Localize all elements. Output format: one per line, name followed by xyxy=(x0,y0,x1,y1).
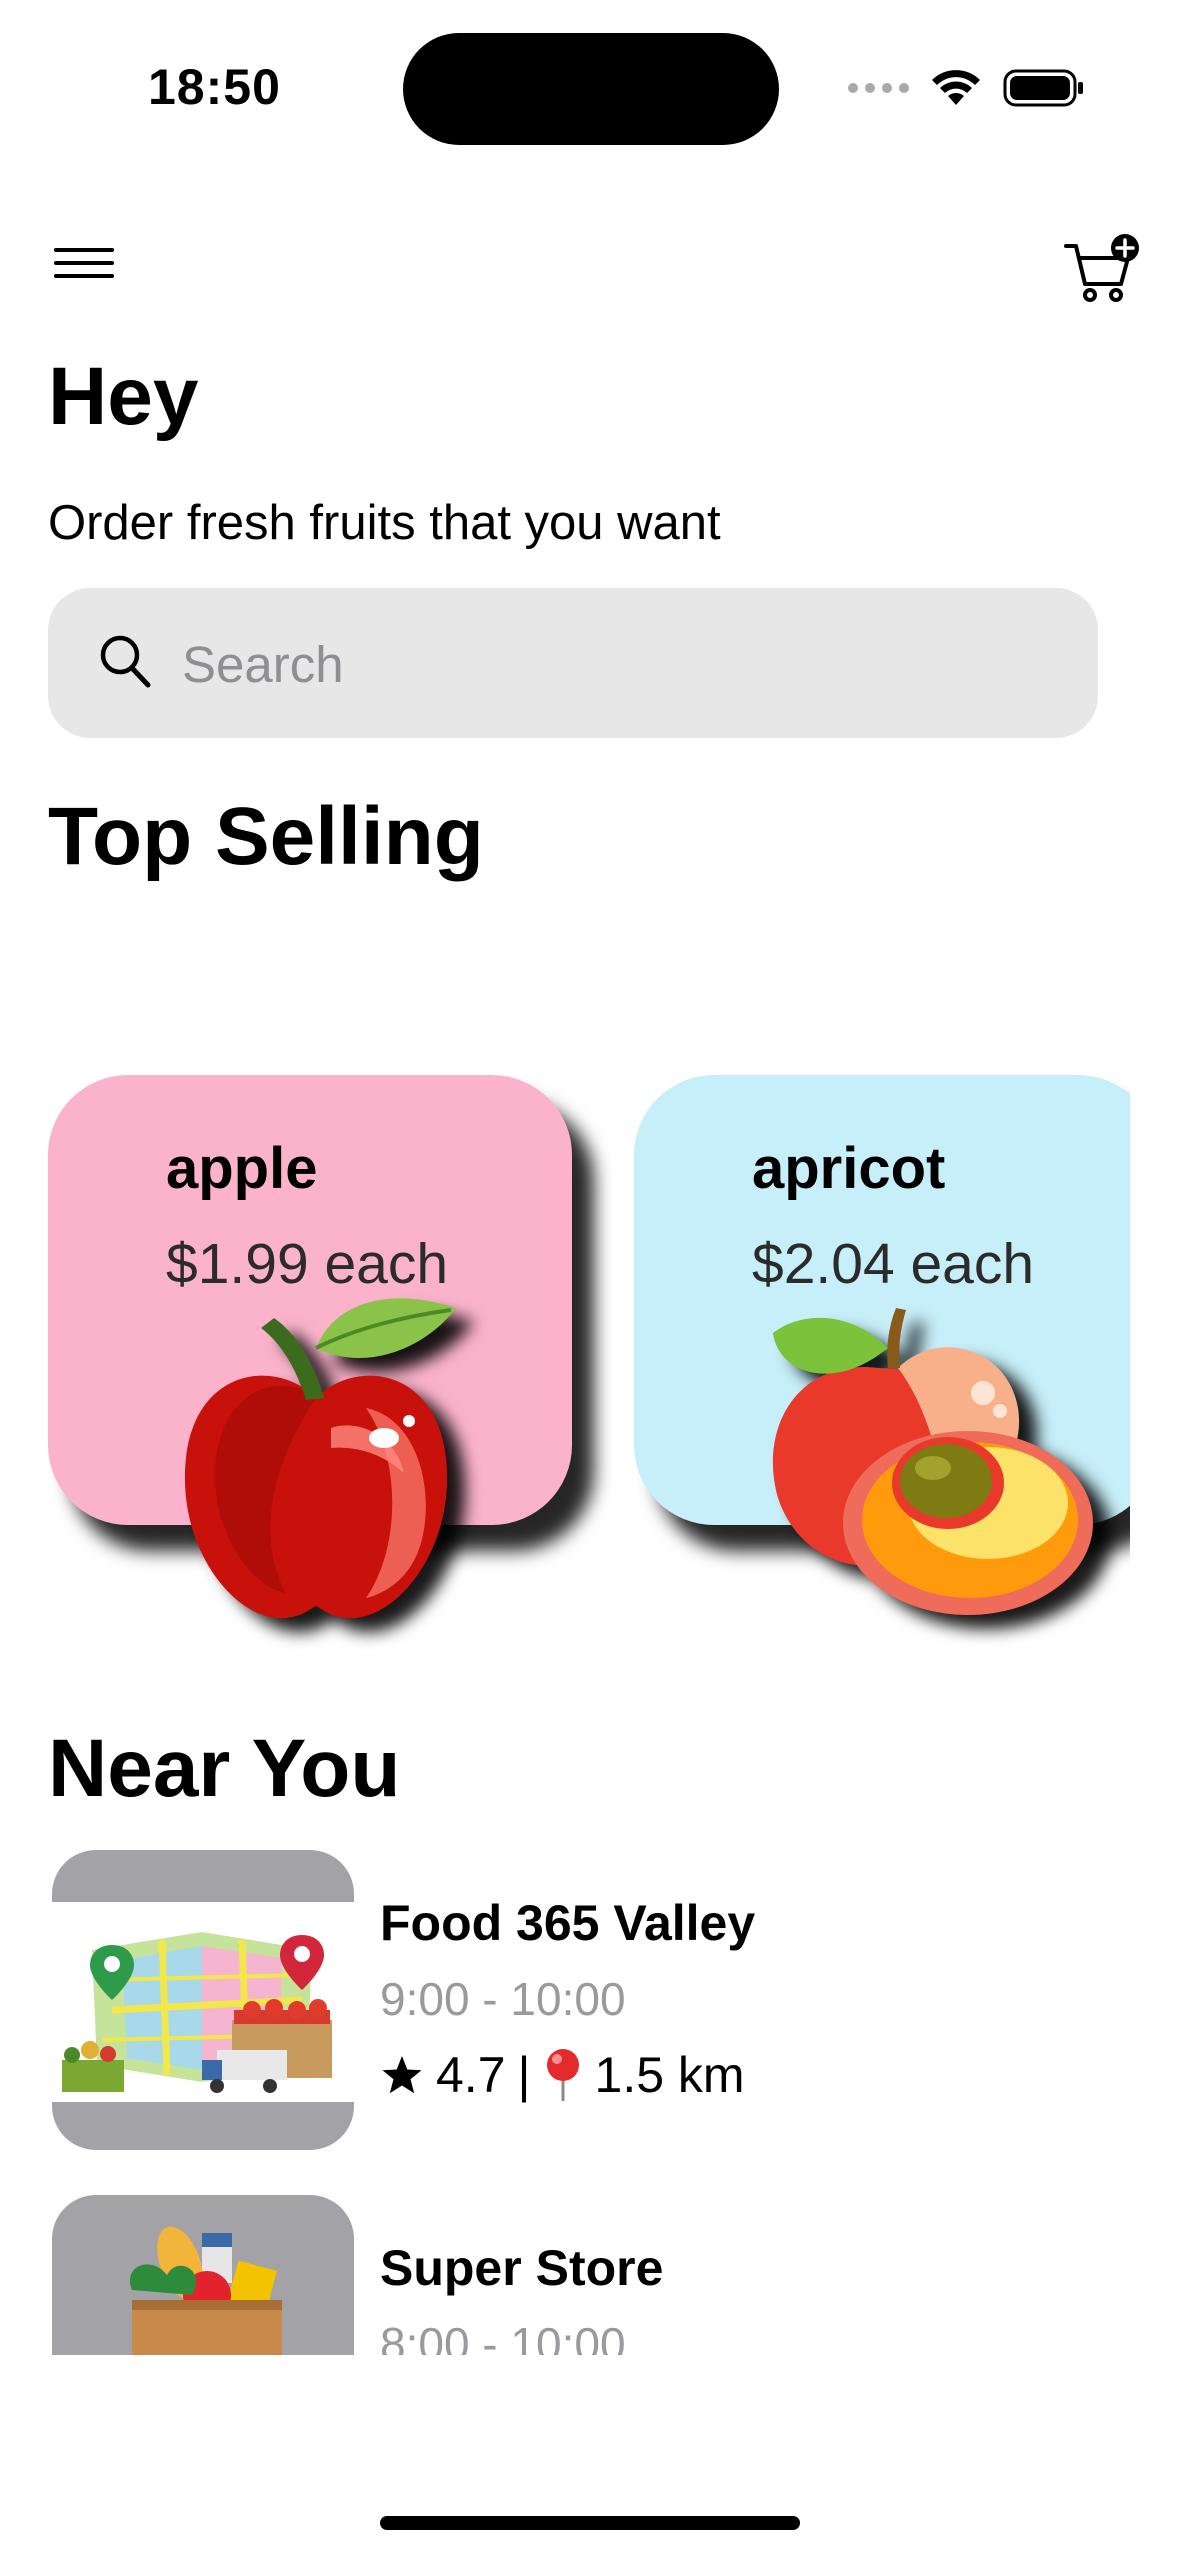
top-selling-title: Top Selling xyxy=(48,791,484,882)
battery-icon xyxy=(1003,69,1083,107)
store-hours: 9:00 - 10:00 xyxy=(380,1973,626,2025)
near-you-title: Near You xyxy=(48,1723,401,1814)
menu-button[interactable] xyxy=(54,248,114,282)
search-input[interactable] xyxy=(180,588,1064,740)
store-thumbnail xyxy=(52,2195,354,2355)
product-name: apricot xyxy=(752,1136,946,1201)
near-you-list[interactable]: Food 365 Valley 9:00 - 10:00 4.7 | 1.5 k… xyxy=(0,1850,1179,2355)
delivery-map-image xyxy=(52,1902,354,2102)
dynamic-island xyxy=(403,33,779,145)
meta-separator: | xyxy=(517,2047,531,2103)
product-name: apple xyxy=(166,1136,318,1201)
store-distance: 1.5 km xyxy=(594,2047,745,2103)
cart-plus-icon xyxy=(1064,234,1139,302)
apricot-image xyxy=(772,1308,1093,1615)
wifi-icon xyxy=(932,70,980,105)
status-time: 18:50 xyxy=(148,59,281,115)
status-icons xyxy=(848,66,1085,110)
store-item-super-store[interactable]: Super Store 8:00 - 10:00 xyxy=(52,2195,1132,2355)
store-rating: 4.7 xyxy=(436,2047,506,2103)
map-pin-icon xyxy=(546,2049,579,2101)
apple-image xyxy=(184,1298,456,1619)
store-hours: 8:00 - 10:00 xyxy=(380,2318,626,2355)
store-name: Food 365 Valley xyxy=(380,1895,756,1951)
star-icon xyxy=(382,2056,422,2094)
store-name: Super Store xyxy=(380,2240,664,2296)
grocery-bag-image xyxy=(130,2226,282,2355)
top-selling-carousel[interactable]: apple $1.99 each apricot $2.04 each xyxy=(48,1040,1130,1676)
store-thumbnail xyxy=(52,1850,354,2150)
store-item-food-365-valley[interactable]: Food 365 Valley 9:00 - 10:00 4.7 | 1.5 k… xyxy=(52,1850,1132,2150)
signal-icon xyxy=(848,83,909,93)
hamburger-menu-icon xyxy=(54,248,114,252)
home-indicator[interactable] xyxy=(380,2516,800,2530)
greeting-title: Hey xyxy=(48,351,199,442)
search-icon xyxy=(100,635,151,688)
search-bar[interactable] xyxy=(48,588,1098,740)
greeting-subtitle: Order fresh fruits that you want xyxy=(48,496,721,550)
cart-button[interactable] xyxy=(1063,232,1141,304)
store-meta: 4.7 | 1.5 km xyxy=(380,2046,745,2104)
